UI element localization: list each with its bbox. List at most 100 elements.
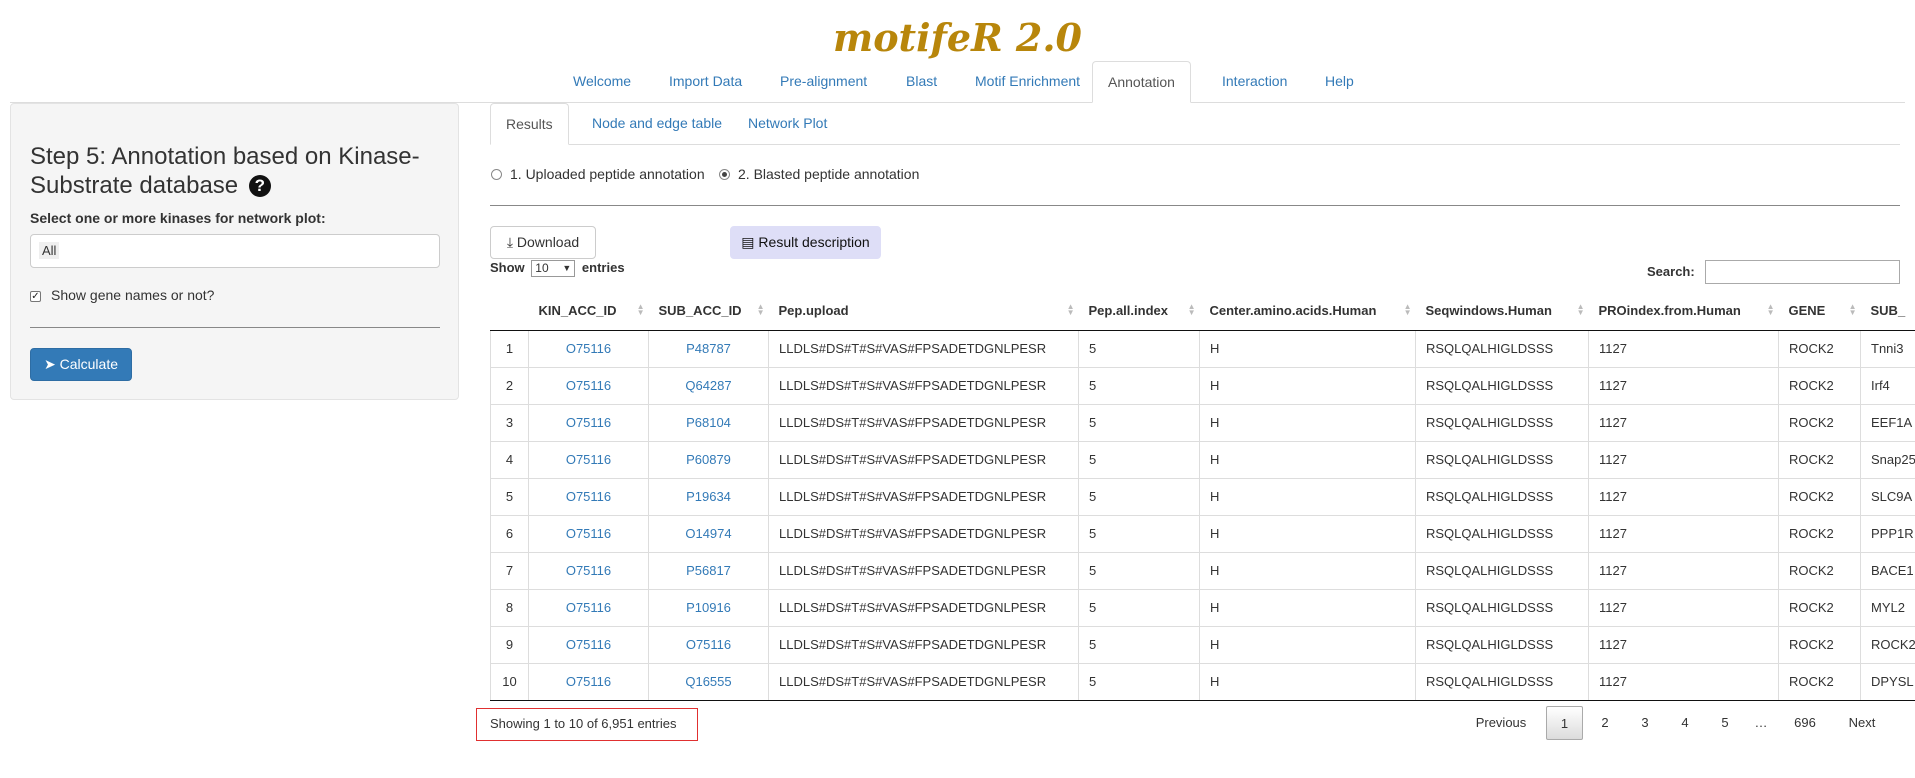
column-header-kin-acc-id[interactable]: KIN_ACC_ID ▲ ▼ [528,292,649,331]
kinase-select[interactable]: All [30,234,440,268]
table-row: 9 O75116 O75116 LLDLS#DS#T#S#VAS#FPSADETDGN… [490,626,1915,664]
file-icon: ▤ [741,234,755,250]
cell-kin-acc-id[interactable]: O75116 [528,441,649,479]
cell-sub-acc-id[interactable]: P60879 [648,441,769,479]
main-divider [490,205,1900,206]
cell-kin-acc-id[interactable]: O75116 [528,663,649,701]
cell-sub-acc-id[interactable]: P56817 [648,552,769,590]
tab-help[interactable]: Help [1310,61,1369,101]
page-4[interactable]: 4 [1667,706,1703,740]
cell-pep-upload: LLDLS#DS#T#S#VAS#FPSADETDGNLPESR [768,404,1079,442]
tab-import-data[interactable]: Import Data [654,61,757,101]
cell-row-index: 6 [490,515,529,553]
column-header-proindex[interactable]: PROindex.from.Human ▲ ▼ [1588,292,1779,331]
column-header-label: SUB_ [1870,303,1906,319]
page-3[interactable]: 3 [1627,706,1663,740]
cell-pep-all-index: 5 [1078,441,1200,479]
next-page-button[interactable]: Next [1831,706,1893,740]
cell-row-index: 3 [490,404,529,442]
previous-page-button[interactable]: Previous [1460,706,1542,740]
cell-kin-acc-id[interactable]: O75116 [528,404,649,442]
cell-sub-acc-id[interactable]: O14974 [648,515,769,553]
cell-kin-acc-id[interactable]: O75116 [528,330,649,368]
column-header-label: Pep.upload [778,303,849,319]
tab-network-plot[interactable]: Network Plot [733,103,842,143]
calculate-button[interactable]: ➤ Calculate [30,348,132,381]
tab-results[interactable]: Results [490,103,569,145]
cell-kin-acc-id[interactable]: O75116 [528,552,649,590]
column-header-sub-acc-id[interactable]: SUB_ACC_ID ▲ ▼ [648,292,769,331]
download-button[interactable]: ⤓ Download [490,226,596,259]
cell-kin-acc-id[interactable]: O75116 [528,589,649,627]
tab-welcome[interactable]: Welcome [558,61,646,101]
column-header-label: SUB_ACC_ID [658,303,742,319]
cell-pep-upload: LLDLS#DS#T#S#VAS#FPSADETDGNLPESR [768,367,1079,405]
cell-sub-acc-id[interactable]: P48787 [648,330,769,368]
tab-annotation[interactable]: Annotation [1092,61,1191,103]
cell-gene: ROCK2 [1778,589,1861,627]
result-description-button[interactable]: ▤ Result description [730,226,881,259]
cell-sub-acc-id[interactable]: Q16555 [648,663,769,701]
entries-length-select[interactable]: 10 ▼ [531,260,576,278]
radio-uploaded-annotation[interactable] [491,169,502,180]
cell-kin-acc-id[interactable]: O75116 [528,626,649,664]
show-gene-names-checkbox[interactable]: ✓ [30,291,41,302]
cell-sub: DPYSL [1860,663,1915,701]
cell-center-amino-acids: H [1199,552,1416,590]
search-input[interactable] [1705,260,1900,284]
result-description-label: Result description [758,234,870,250]
show-entries: Show 10 ▼ entries [490,260,625,278]
cell-sub-acc-id[interactable]: P19634 [648,478,769,516]
table-row: 8 O75116 P10916 LLDLS#DS#T#S#VAS#FPSADETDGN… [490,589,1915,627]
page-5[interactable]: 5 [1707,706,1743,740]
tab-interaction[interactable]: Interaction [1207,61,1302,101]
cell-proindex: 1127 [1588,515,1779,553]
cell-proindex: 1127 [1588,626,1779,664]
cell-gene: ROCK2 [1778,330,1861,368]
column-header-row-index [490,292,529,331]
cell-kin-acc-id[interactable]: O75116 [528,367,649,405]
cell-center-amino-acids: H [1199,404,1416,442]
column-header-gene[interactable]: GENE ▲ ▼ [1778,292,1861,331]
column-header-pep-upload[interactable]: Pep.upload ▲ ▼ [768,292,1079,331]
cell-sub-acc-id[interactable]: P68104 [648,404,769,442]
tab-node-edge-table[interactable]: Node and edge table [577,103,737,143]
help-icon[interactable]: ? [248,175,271,197]
page-ellipsis: … [1754,715,1768,730]
kinase-chip-all[interactable]: All [39,242,60,259]
cell-sub: MYL2 [1860,589,1915,627]
cell-seqwindows: RSQLQALHIGLDSSS [1415,330,1589,368]
cell-pep-all-index: 5 [1078,626,1200,664]
step-heading-text: Step 5: Annotation based on Kinase-Subst… [30,143,420,199]
cell-sub: SLC9A [1860,478,1915,516]
cell-sub-acc-id[interactable]: O75116 [648,626,769,664]
table-body: 1 O75116 P48787 LLDLS#DS#T#S#VAS#FPSADETDGN… [490,330,1915,701]
result-tabs: Results Node and edge table Network Plot [490,103,1900,145]
cell-seqwindows: RSQLQALHIGLDSSS [1415,367,1589,405]
cell-kin-acc-id[interactable]: O75116 [528,515,649,553]
radio-blasted-annotation[interactable] [719,169,730,180]
column-header-seqwindows[interactable]: Seqwindows.Human ▲ ▼ [1415,292,1589,331]
cell-sub-acc-id[interactable]: P10916 [648,589,769,627]
column-header-center-amino-acids[interactable]: Center.amino.acids.Human ▲ ▼ [1199,292,1416,331]
tab-pre-alignment[interactable]: Pre-alignment [765,61,882,101]
tab-motif-enrichment[interactable]: Motif Enrichment [960,61,1095,101]
cell-sub-acc-id[interactable]: Q64287 [648,367,769,405]
column-header-sub[interactable]: SUB_ [1860,292,1915,331]
entries-label: entries [581,260,625,275]
page-696[interactable]: 696 [1782,706,1828,740]
column-header-pep-all-index[interactable]: Pep.all.index ▲ ▼ [1078,292,1200,331]
cell-center-amino-acids: H [1199,367,1416,405]
page-2[interactable]: 2 [1587,706,1623,740]
cell-pep-upload: LLDLS#DS#T#S#VAS#FPSADETDGNLPESR [768,441,1079,479]
page-1[interactable]: 1 [1546,706,1583,740]
cell-center-amino-acids: H [1199,478,1416,516]
cell-kin-acc-id[interactable]: O75116 [528,478,649,516]
tab-blast[interactable]: Blast [891,61,952,101]
cell-row-index: 8 [490,589,529,627]
cell-center-amino-acids: H [1199,626,1416,664]
main-nav-tabs: Welcome Import Data Pre-alignment Blast … [10,61,1905,103]
cell-proindex: 1127 [1588,663,1779,701]
cell-sub: Snap25 [1860,441,1915,479]
cell-gene: ROCK2 [1778,441,1861,479]
